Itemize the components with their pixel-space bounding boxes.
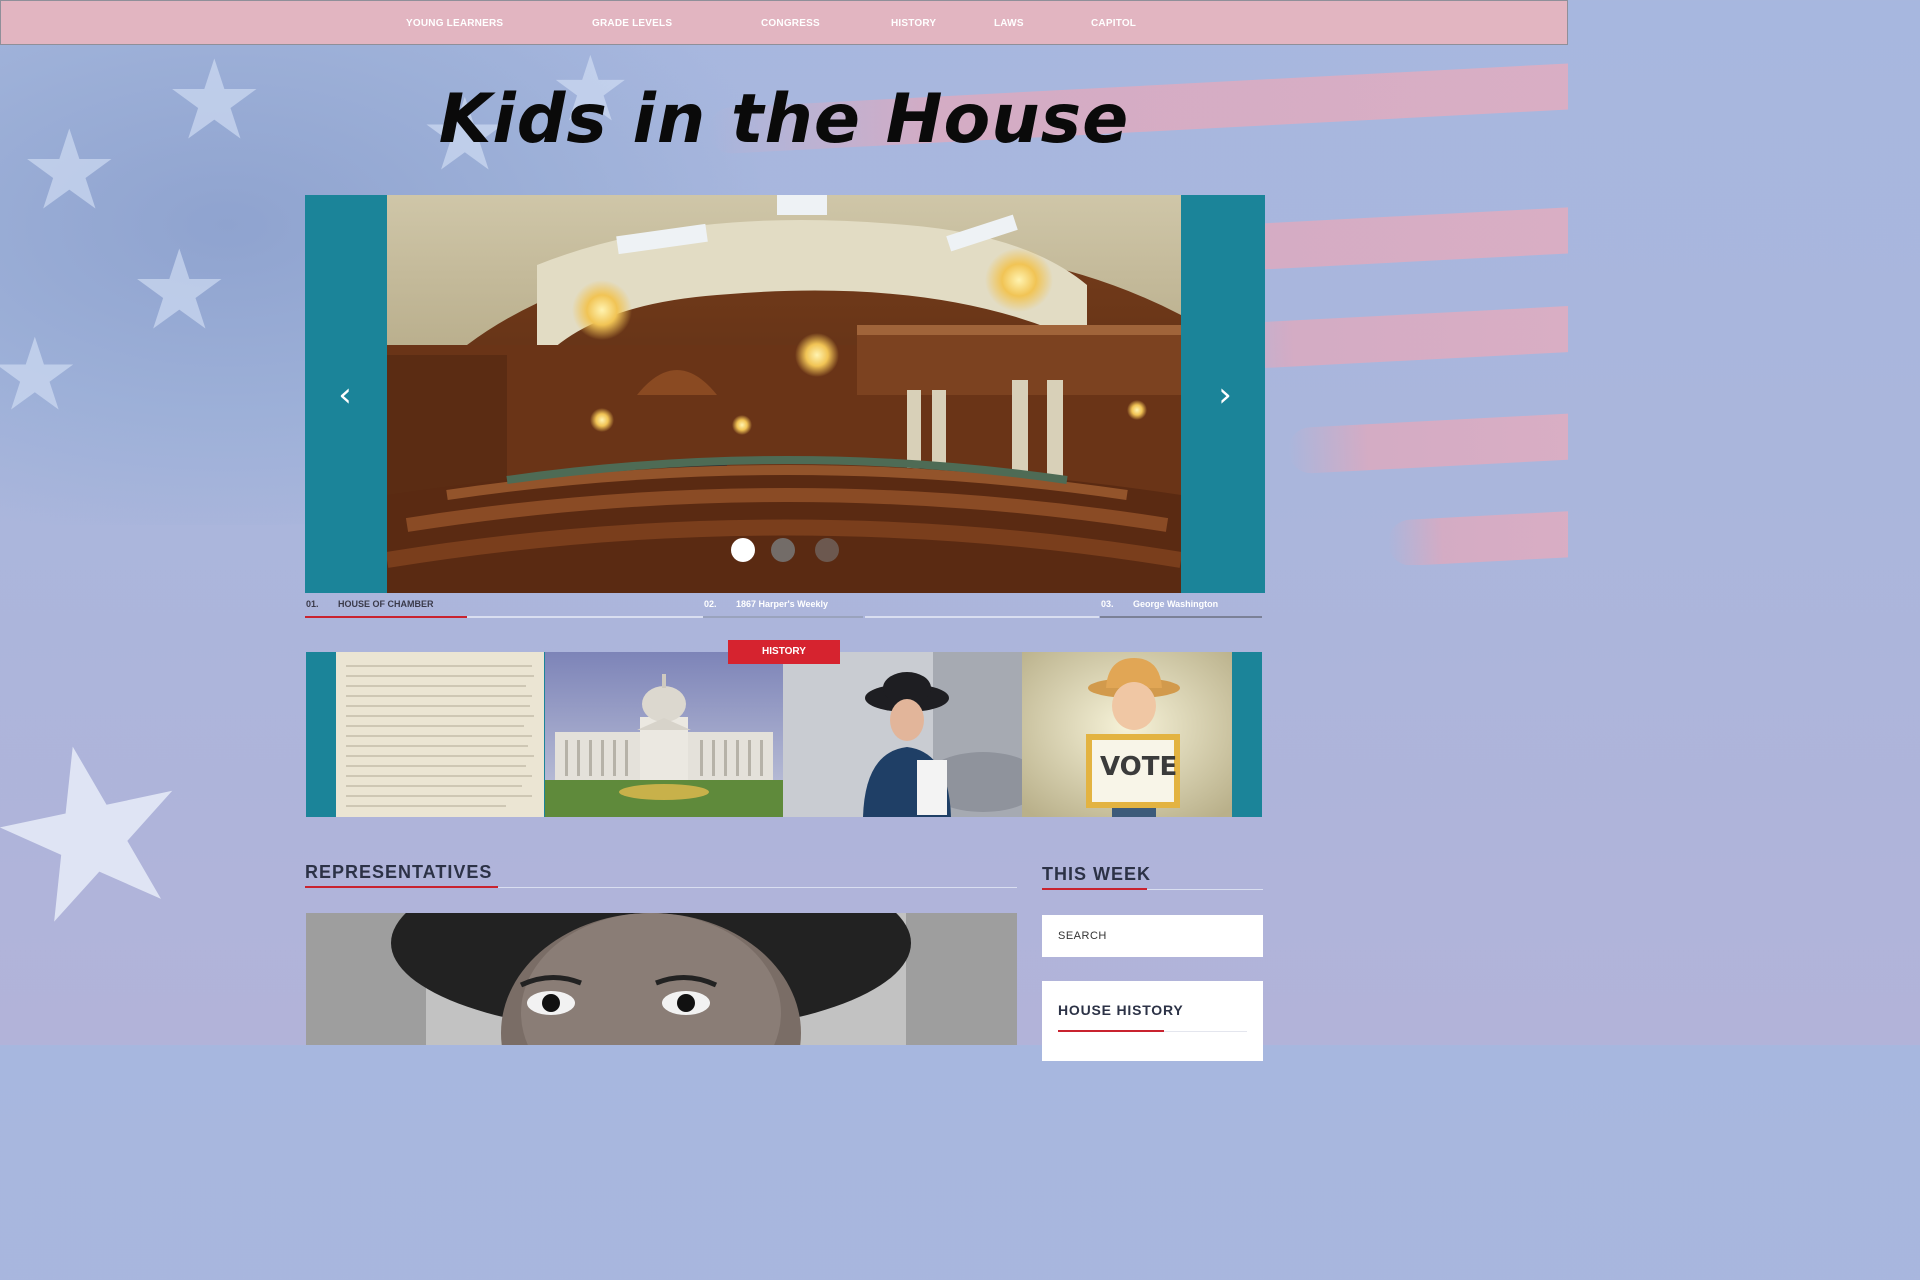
caption-label: George Washington	[1133, 599, 1219, 609]
slider-dot-2[interactable]	[771, 538, 795, 562]
nav-item-grade-levels[interactable]: GRADE LEVELS	[592, 1, 672, 46]
slider-caption-1[interactable]: 01. HOUSE OF CHAMBER	[305, 596, 467, 618]
capitol-building-illustration	[545, 652, 783, 817]
house-history-card: HOUSE HISTORY	[1042, 981, 1263, 1061]
this-week-title: THIS WEEK	[1042, 864, 1152, 884]
representatives-title: REPRESENTATIVES	[305, 862, 493, 882]
nav-item-capitol[interactable]: CAPITOL	[1091, 1, 1136, 46]
history-badge[interactable]: HISTORY	[728, 640, 840, 664]
site-title: Kids in the House	[438, 80, 1130, 159]
chevron-left-icon: ‹	[338, 375, 352, 415]
caption-number: 03.	[1101, 599, 1114, 609]
history-thumb-vote[interactable]: VOTE	[1022, 652, 1232, 817]
section-accent-bar	[1042, 888, 1147, 890]
nav-item-history[interactable]: HISTORY	[891, 1, 936, 46]
slider-captions: 01. HOUSE OF CHAMBER 02. 1867 Harper's W…	[305, 596, 1265, 618]
slider-next-button[interactable]: ›	[1205, 375, 1245, 415]
representative-photo[interactable]	[306, 913, 1017, 1045]
nav-item-young-learners[interactable]: YOUNG LEARNERS	[406, 1, 503, 46]
caption-label: 1867 Harper's Weekly	[736, 599, 829, 609]
caption-spacer	[865, 596, 1099, 618]
woman-with-newspaper-illustration	[783, 652, 1022, 817]
caption-divider	[865, 616, 1099, 618]
hero-slider: ‹ ›	[305, 195, 1265, 593]
slide-image-house-chamber	[387, 195, 1181, 593]
history-carousel: VOTE	[306, 652, 1262, 817]
nav-item-congress[interactable]: CONGRESS	[761, 1, 820, 46]
top-nav: YOUNG LEARNERS GRADE LEVELS CONGRESS HIS…	[0, 0, 1568, 45]
star-icon: ★	[0, 680, 220, 985]
slider-dot-1[interactable]	[731, 538, 755, 562]
caption-label: HOUSE OF CHAMBER	[338, 599, 434, 609]
child-vote-sign-illustration	[1022, 652, 1232, 817]
caption-progress-active	[305, 616, 467, 618]
house-history-title: HOUSE HISTORY	[1058, 1002, 1184, 1018]
representative-portrait	[306, 913, 1017, 1045]
nav-item-laws[interactable]: LAWS	[994, 1, 1024, 46]
history-thumb-capitol[interactable]	[545, 652, 783, 817]
slider-prev-button[interactable]: ‹	[325, 375, 365, 415]
caption-progress	[703, 616, 863, 618]
slider-caption-3[interactable]: 03. George Washington	[1100, 596, 1262, 618]
history-thumb-document[interactable]	[336, 652, 544, 817]
section-accent-bar	[305, 886, 498, 888]
caption-spacer	[467, 596, 703, 618]
flag-stripe	[1287, 411, 1568, 475]
vote-sign-text: VOTE	[1100, 752, 1178, 782]
caption-number: 02.	[704, 599, 717, 609]
history-thumb-suffragist[interactable]	[783, 652, 1022, 817]
document-illustration	[336, 652, 544, 817]
caption-progress	[1100, 616, 1262, 618]
caption-number: 01.	[306, 599, 319, 609]
card-accent-bar	[1058, 1030, 1164, 1032]
chevron-right-icon: ›	[1218, 375, 1232, 415]
caption-divider	[467, 616, 703, 618]
search-input[interactable]	[1042, 915, 1263, 957]
flag-stripe	[1386, 509, 1568, 565]
slider-caption-2[interactable]: 02. 1867 Harper's Weekly	[703, 596, 863, 618]
star-icon: ★	[0, 316, 80, 433]
star-icon: ★	[130, 226, 229, 354]
house-chamber-illustration	[387, 195, 1181, 593]
slider-dot-3[interactable]	[815, 538, 839, 562]
